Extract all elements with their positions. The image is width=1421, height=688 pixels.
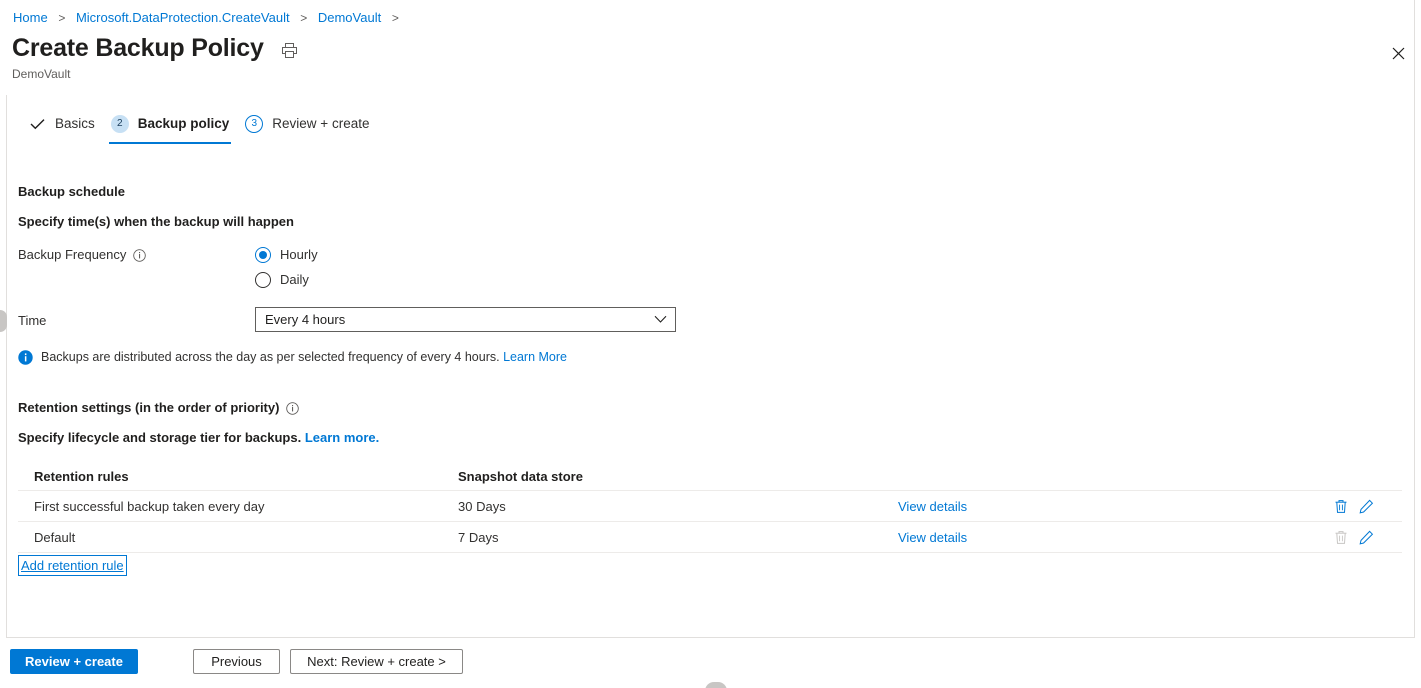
check-icon (28, 115, 46, 133)
previous-button[interactable]: Previous (193, 649, 280, 674)
page-title: Create Backup Policy (12, 34, 264, 62)
tab-badge-2: 2 (110, 115, 129, 133)
cell-retention-rule: First successful backup taken every day (34, 498, 265, 514)
table-header-row: Retention rules Snapshot data store (18, 463, 1402, 491)
cell-snapshot-data-store: 7 Days (458, 529, 499, 545)
time-select[interactable]: Every 4 hours (255, 307, 676, 332)
info-outline-icon[interactable] (133, 248, 147, 262)
pencil-icon[interactable] (1358, 498, 1374, 514)
breadcrumb: Home > Microsoft.DataProtection.CreateVa… (13, 9, 406, 27)
retention-settings-heading-text: Retention settings (in the order of prio… (18, 400, 280, 415)
tab-review-create[interactable]: 3 Review + create (237, 112, 377, 144)
breadcrumb-separator: > (300, 11, 308, 25)
retention-settings-subheading-text: Specify lifecycle and storage tier for b… (18, 430, 302, 445)
retention-rules-table: Retention rules Snapshot data store Firs… (18, 463, 1402, 553)
view-details-link[interactable]: View details (898, 530, 967, 545)
cell-retention-rule: Default (34, 529, 76, 545)
info-filled-icon (18, 350, 33, 365)
tab-badge-3: 3 (245, 115, 264, 133)
tab-backup-policy[interactable]: 2 Backup policy (103, 112, 238, 144)
wizard-tabs: Basics 2 Backup policy 3 Review + create (20, 112, 377, 144)
trash-icon (1333, 529, 1349, 545)
schedule-info-learn-more-link[interactable]: Learn More (503, 350, 567, 364)
panel-right-border (1414, 0, 1415, 638)
add-retention-rule-link[interactable]: Add retention rule (18, 555, 127, 576)
column-header-snapshot-data-store: Snapshot data store (458, 469, 583, 484)
wizard-footer: Review + create Previous Next: Review + … (6, 637, 1415, 688)
breadcrumb-separator: > (58, 11, 66, 25)
column-header-retention-rules: Retention rules (34, 469, 129, 484)
radio-hourly-circle (255, 246, 271, 263)
pencil-icon[interactable] (1358, 529, 1374, 545)
review-create-button[interactable]: Review + create (10, 649, 138, 674)
close-icon[interactable] (1385, 40, 1411, 66)
title-row: Create Backup Policy (12, 32, 300, 64)
backup-frequency-label: Backup Frequency (18, 246, 147, 264)
radio-daily-circle (255, 271, 271, 288)
radio-daily-label: Daily (280, 271, 309, 287)
breadcrumb-separator: > (391, 11, 399, 25)
tab-basics-label: Basics (55, 116, 95, 131)
cell-snapshot-data-store: 30 Days (458, 498, 506, 514)
create-backup-policy-blade: Home > Microsoft.DataProtection.CreateVa… (0, 0, 1421, 688)
panel-left-border (6, 95, 7, 638)
breadcrumb-item-home[interactable]: Home (13, 10, 48, 25)
breadcrumb-item-createvault[interactable]: Microsoft.DataProtection.CreateVault (76, 10, 290, 25)
tab-backup-policy-label: Backup policy (137, 116, 230, 131)
time-label-text: Time (18, 313, 47, 328)
backup-schedule-heading: Backup schedule (18, 184, 125, 199)
breadcrumb-item-demovault[interactable]: DemoVault (318, 10, 381, 25)
retention-learn-more-link[interactable]: Learn more. (305, 430, 379, 445)
view-details-link[interactable]: View details (898, 499, 967, 514)
printer-icon[interactable] (280, 40, 300, 60)
schedule-info-text: Backups are distributed across the day a… (41, 350, 500, 364)
backup-schedule-subheading: Specify time(s) when the backup will hap… (18, 214, 294, 229)
chevron-down-icon (653, 313, 667, 327)
tab-basics[interactable]: Basics (20, 112, 103, 144)
backup-frequency-label-text: Backup Frequency (18, 247, 127, 262)
time-select-value: Every 4 hours (265, 311, 346, 327)
next-review-create-button[interactable]: Next: Review + create > (290, 649, 463, 674)
page-subtitle: DemoVault (12, 67, 71, 81)
panel-collapse-handle[interactable] (0, 310, 7, 332)
info-outline-icon[interactable] (286, 401, 300, 415)
table-row[interactable]: Default 7 Days View details (18, 522, 1402, 553)
tab-review-create-label: Review + create (272, 116, 370, 131)
time-label: Time (18, 312, 46, 330)
schedule-info-message: Backups are distributed across the day a… (18, 349, 567, 366)
table-row[interactable]: First successful backup taken every day … (18, 491, 1402, 522)
radio-hourly[interactable]: Hourly (255, 242, 318, 267)
retention-settings-heading: Retention settings (in the order of prio… (18, 399, 300, 417)
radio-daily[interactable]: Daily (255, 267, 318, 292)
retention-settings-subheading: Specify lifecycle and storage tier for b… (18, 429, 379, 447)
trash-icon[interactable] (1333, 498, 1349, 514)
backup-frequency-radio-group: Hourly Daily (255, 242, 318, 292)
radio-hourly-label: Hourly (280, 246, 318, 262)
